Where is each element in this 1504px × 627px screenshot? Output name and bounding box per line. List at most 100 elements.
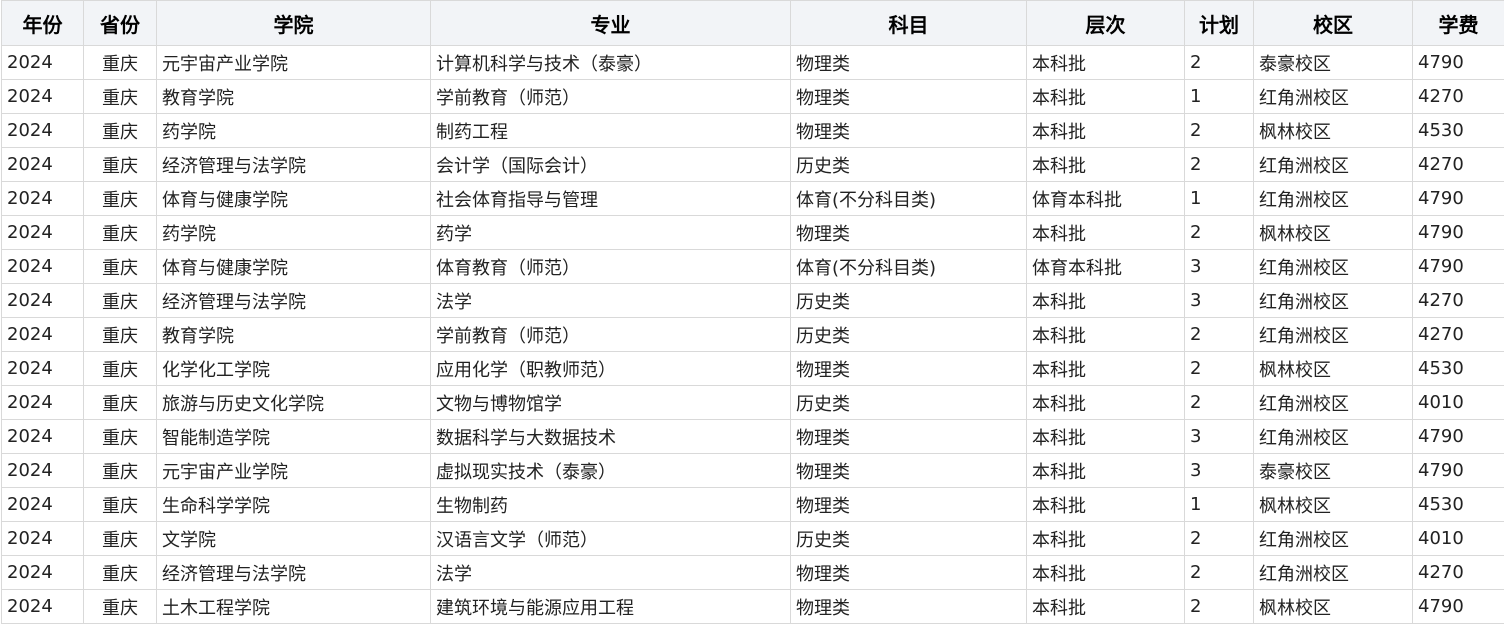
table-body: 2024 重庆 元宇宙产业学院 计算机科学与技术（泰豪） 物理类 本科批 2 泰豪校区 4790… (1, 45, 1504, 624)
cell-major: 社会体育指导与管理 (430, 181, 791, 216)
cell-major: 文物与博物馆学 (430, 385, 791, 420)
cell-province: 重庆 (83, 419, 157, 454)
cell-tuition: 4790 (1412, 181, 1504, 216)
cell-tuition: 4790 (1412, 453, 1504, 488)
cell-college: 智能制造学院 (156, 419, 431, 454)
cell-year: 2024 (1, 351, 84, 386)
column-header-year: 年份 (1, 0, 84, 46)
cell-subject: 物理类 (790, 589, 1027, 624)
cell-college: 体育与健康学院 (156, 181, 431, 216)
cell-college: 元宇宙产业学院 (156, 453, 431, 488)
cell-province: 重庆 (83, 521, 157, 556)
table-row: 2024 重庆 经济管理与法学院 法学 历史类 本科批 3 红角洲校区 4270 (1, 283, 1504, 318)
cell-college: 旅游与历史文化学院 (156, 385, 431, 420)
column-header-tuition: 学费 (1412, 0, 1504, 46)
cell-plan: 2 (1184, 351, 1254, 386)
cell-campus: 红角洲校区 (1253, 555, 1413, 590)
table-row: 2024 重庆 元宇宙产业学院 计算机科学与技术（泰豪） 物理类 本科批 2 泰豪校区 4790 (1, 45, 1504, 80)
cell-major: 计算机科学与技术（泰豪） (430, 45, 791, 80)
cell-province: 重庆 (83, 555, 157, 590)
column-header-campus: 校区 (1253, 0, 1413, 46)
table-row: 2024 重庆 旅游与历史文化学院 文物与博物馆学 历史类 本科批 2 红角洲校区 4010 (1, 385, 1504, 420)
cell-college: 药学院 (156, 215, 431, 250)
cell-tuition: 4270 (1412, 79, 1504, 114)
cell-subject: 历史类 (790, 385, 1027, 420)
cell-province: 重庆 (83, 351, 157, 386)
cell-province: 重庆 (83, 487, 157, 522)
cell-tuition: 4270 (1412, 147, 1504, 182)
cell-college: 教育学院 (156, 79, 431, 114)
cell-plan: 2 (1184, 589, 1254, 624)
cell-subject: 物理类 (790, 113, 1027, 148)
cell-subject: 历史类 (790, 283, 1027, 318)
cell-subject: 物理类 (790, 419, 1027, 454)
table-row: 2024 重庆 经济管理与法学院 法学 物理类 本科批 2 红角洲校区 4270 (1, 555, 1504, 590)
cell-campus: 红角洲校区 (1253, 147, 1413, 182)
cell-college: 教育学院 (156, 317, 431, 352)
cell-college: 文学院 (156, 521, 431, 556)
cell-tuition: 4270 (1412, 317, 1504, 352)
cell-college: 经济管理与法学院 (156, 283, 431, 318)
cell-year: 2024 (1, 181, 84, 216)
cell-campus: 枫林校区 (1253, 113, 1413, 148)
cell-year: 2024 (1, 453, 84, 488)
cell-province: 重庆 (83, 385, 157, 420)
cell-level: 本科批 (1026, 453, 1185, 488)
cell-tuition: 4270 (1412, 555, 1504, 590)
table-row: 2024 重庆 教育学院 学前教育（师范） 历史类 本科批 2 红角洲校区 4270 (1, 317, 1504, 352)
cell-college: 生命科学学院 (156, 487, 431, 522)
cell-major: 建筑环境与能源应用工程 (430, 589, 791, 624)
cell-campus: 红角洲校区 (1253, 249, 1413, 284)
cell-plan: 2 (1184, 385, 1254, 420)
cell-year: 2024 (1, 79, 84, 114)
admission-plan-table: 年份 省份 学院 专业 科目 层次 计划 校区 学费 2024 重庆 元宇宙产业学院 计算机科学与技术… (1, 0, 1504, 624)
cell-year: 2024 (1, 113, 84, 148)
cell-year: 2024 (1, 419, 84, 454)
cell-plan: 2 (1184, 555, 1254, 590)
cell-campus: 红角洲校区 (1253, 283, 1413, 318)
cell-subject: 物理类 (790, 351, 1027, 386)
cell-tuition: 4790 (1412, 419, 1504, 454)
cell-major: 药学 (430, 215, 791, 250)
cell-plan: 2 (1184, 147, 1254, 182)
cell-province: 重庆 (83, 113, 157, 148)
cell-plan: 3 (1184, 419, 1254, 454)
cell-level: 体育本科批 (1026, 181, 1185, 216)
cell-tuition: 4530 (1412, 113, 1504, 148)
table-row: 2024 重庆 元宇宙产业学院 虚拟现实技术（泰豪） 物理类 本科批 3 泰豪校区 4790 (1, 453, 1504, 488)
cell-tuition: 4790 (1412, 589, 1504, 624)
cell-province: 重庆 (83, 215, 157, 250)
column-header-province: 省份 (83, 0, 157, 46)
cell-campus: 枫林校区 (1253, 215, 1413, 250)
cell-province: 重庆 (83, 589, 157, 624)
header-row: 年份 省份 学院 专业 科目 层次 计划 校区 学费 (1, 0, 1504, 46)
cell-major: 制药工程 (430, 113, 791, 148)
cell-major: 学前教育（师范） (430, 79, 791, 114)
table-row: 2024 重庆 生命科学学院 生物制药 物理类 本科批 1 枫林校区 4530 (1, 487, 1504, 522)
cell-campus: 红角洲校区 (1253, 317, 1413, 352)
cell-campus: 红角洲校区 (1253, 79, 1413, 114)
cell-campus: 泰豪校区 (1253, 453, 1413, 488)
cell-major: 生物制药 (430, 487, 791, 522)
cell-major: 体育教育（师范） (430, 249, 791, 284)
cell-tuition: 4270 (1412, 283, 1504, 318)
cell-campus: 红角洲校区 (1253, 521, 1413, 556)
cell-plan: 3 (1184, 453, 1254, 488)
cell-level: 本科批 (1026, 487, 1185, 522)
table-row: 2024 重庆 文学院 汉语言文学（师范） 历史类 本科批 2 红角洲校区 4010 (1, 521, 1504, 556)
cell-level: 本科批 (1026, 113, 1185, 148)
cell-plan: 2 (1184, 113, 1254, 148)
cell-subject: 物理类 (790, 79, 1027, 114)
cell-major: 虚拟现实技术（泰豪） (430, 453, 791, 488)
cell-subject: 物理类 (790, 45, 1027, 80)
cell-plan: 2 (1184, 317, 1254, 352)
table-row: 2024 重庆 教育学院 学前教育（师范） 物理类 本科批 1 红角洲校区 4270 (1, 79, 1504, 114)
column-header-subject: 科目 (790, 0, 1027, 46)
cell-campus: 泰豪校区 (1253, 45, 1413, 80)
cell-campus: 枫林校区 (1253, 589, 1413, 624)
cell-year: 2024 (1, 215, 84, 250)
cell-college: 经济管理与法学院 (156, 555, 431, 590)
cell-level: 本科批 (1026, 215, 1185, 250)
cell-college: 经济管理与法学院 (156, 147, 431, 182)
cell-level: 本科批 (1026, 385, 1185, 420)
